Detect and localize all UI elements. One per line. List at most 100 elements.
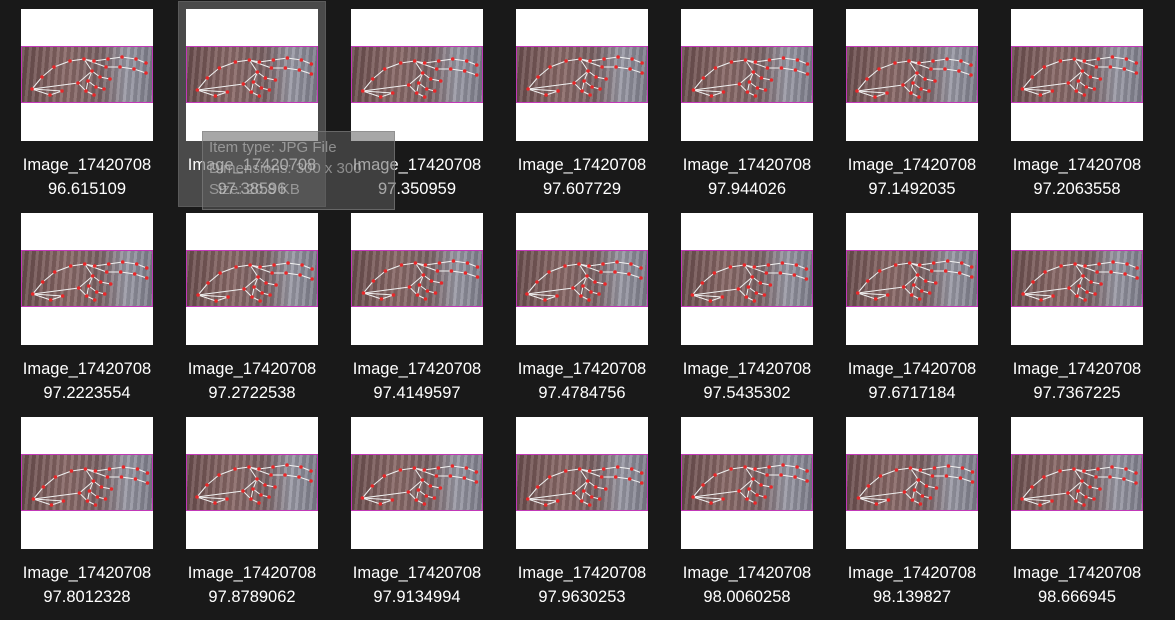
file-name-line-2: 97.944026 [708,180,786,198]
file-item[interactable]: Image_17420708 97.8789062 [179,410,325,614]
file-item[interactable]: Image_17420708 98.0060258 [674,410,820,614]
file-name-label: Image_17420708 97.8012328 [14,561,160,609]
file-name-line-2: 97.4784756 [538,384,626,402]
file-name-label: Image_17420708 97.9134994 [344,561,490,609]
landmark-overlay-icon [691,463,809,505]
file-name-line-1: Image_17420708 [352,360,482,378]
image-thumbnail[interactable] [846,213,978,345]
file-name-line-2: 97.9630253 [538,588,626,606]
file-item[interactable]: Image_17420708 98.666945 [1004,410,1150,614]
image-thumbnail[interactable] [1011,417,1143,549]
file-item[interactable]: Image_17420708 97.5435302 [674,206,820,410]
file-item[interactable]: Image_17420708 97.6717184 [839,206,985,410]
image-thumbnail[interactable] [351,9,483,141]
file-item[interactable]: Image_17420708 97.7367225 [1004,206,1150,410]
hand-landmark-image [351,46,483,103]
landmark-overlay-icon [360,464,479,506]
file-item[interactable]: Image_17420708 98.139827 [839,410,985,614]
file-item[interactable]: Image_17420708 97.944026 [674,2,820,206]
image-thumbnail[interactable] [21,417,153,549]
landmark-overlay-icon [525,260,643,302]
file-item[interactable]: Image_17420708 97.4149597 [344,206,490,410]
hand-landmark-image [1011,250,1143,307]
file-name-label: Image_17420708 97.350959 [344,153,490,201]
file-name-line-1: Image_17420708 [682,360,812,378]
image-thumbnail[interactable] [186,9,318,141]
landmark-overlay-icon [30,260,149,302]
file-item[interactable]: Image_17420708 97.38596 [178,1,326,207]
hand-landmark-image [351,250,483,307]
landmark-overlay-icon [855,57,973,99]
file-name-line-2: 97.1492035 [868,180,956,198]
landmark-overlay-icon [30,55,148,97]
hand-landmark-image [21,454,153,511]
file-name-line-2: 96.615109 [48,180,126,198]
file-name-label: Image_17420708 97.7367225 [1004,357,1150,405]
image-thumbnail[interactable] [516,9,648,141]
file-name-label: Image_17420708 97.4149597 [344,357,490,405]
file-item[interactable]: Image_17420708 97.350959 [344,2,490,206]
image-thumbnail[interactable] [681,213,813,345]
landmark-overlay-icon [526,55,644,97]
landmark-overlay-icon [855,259,974,301]
image-thumbnail[interactable] [186,213,318,345]
image-thumbnail[interactable] [846,417,978,549]
file-name-label: Image_17420708 97.2722538 [179,357,325,405]
image-thumbnail[interactable] [21,213,153,345]
file-item[interactable]: Image_17420708 97.2063558 [1004,2,1150,206]
landmark-overlay-icon [525,465,644,507]
file-item[interactable]: Image_17420708 97.1492035 [839,2,985,206]
file-name-line-2: 97.2722538 [208,384,296,402]
landmark-overlay-icon [196,261,314,303]
image-thumbnail[interactable] [681,417,813,549]
landmark-overlay-icon [195,463,313,505]
file-name-line-2: 97.2063558 [1033,180,1121,198]
file-item[interactable]: Image_17420708 97.9134994 [344,410,490,614]
file-name-label: Image_17420708 97.8789062 [179,561,325,609]
hand-landmark-image [516,250,648,307]
image-thumbnail[interactable] [1011,9,1143,141]
image-thumbnail[interactable] [186,417,318,549]
image-thumbnail[interactable] [516,213,648,345]
file-name-line-1: Image_17420708 [847,156,977,174]
file-name-line-1: Image_17420708 [187,156,317,174]
hand-landmark-image [846,250,978,307]
landmark-overlay-icon [1020,55,1139,97]
hand-landmark-image [351,454,483,511]
file-item[interactable]: Image_17420708 97.8012328 [14,410,160,614]
file-name-line-1: Image_17420708 [22,564,152,582]
hand-landmark-image [186,46,318,103]
hand-landmark-image [21,46,153,103]
image-thumbnail[interactable] [351,213,483,345]
file-name-label: Image_17420708 97.5435302 [674,357,820,405]
file-name-line-1: Image_17420708 [682,156,812,174]
file-name-line-1: Image_17420708 [1012,156,1142,174]
file-name-label: Image_17420708 97.38596 [179,153,325,201]
file-name-label: Image_17420708 98.139827 [839,561,985,609]
file-name-line-1: Image_17420708 [1012,564,1142,582]
file-item[interactable]: Image_17420708 96.615109 [14,2,160,206]
landmark-overlay-icon [1021,260,1139,302]
file-name-label: Image_17420708 97.2063558 [1004,153,1150,201]
image-thumbnail[interactable] [681,9,813,141]
landmark-overlay-icon [690,261,809,303]
file-name-line-2: 97.2223554 [43,384,131,402]
file-item[interactable]: Image_17420708 97.9630253 [509,410,655,614]
hand-landmark-image [186,250,318,307]
image-thumbnail[interactable] [516,417,648,549]
image-thumbnail[interactable] [21,9,153,141]
file-item[interactable]: Image_17420708 97.4784756 [509,206,655,410]
file-name-line-2: 97.350959 [378,180,456,198]
hand-landmark-image [681,454,813,511]
image-thumbnail[interactable] [846,9,978,141]
image-thumbnail[interactable] [1011,213,1143,345]
file-item[interactable]: Image_17420708 97.2223554 [14,206,160,410]
image-thumbnail[interactable] [351,417,483,549]
file-item[interactable]: Image_17420708 97.607729 [509,2,655,206]
file-item[interactable]: Image_17420708 97.2722538 [179,206,325,410]
file-name-line-2: 98.139827 [873,588,951,606]
file-name-label: Image_17420708 97.9630253 [509,561,655,609]
hand-landmark-image [681,46,813,103]
hand-landmark-image [846,454,978,511]
landmark-overlay-icon [1020,465,1138,507]
